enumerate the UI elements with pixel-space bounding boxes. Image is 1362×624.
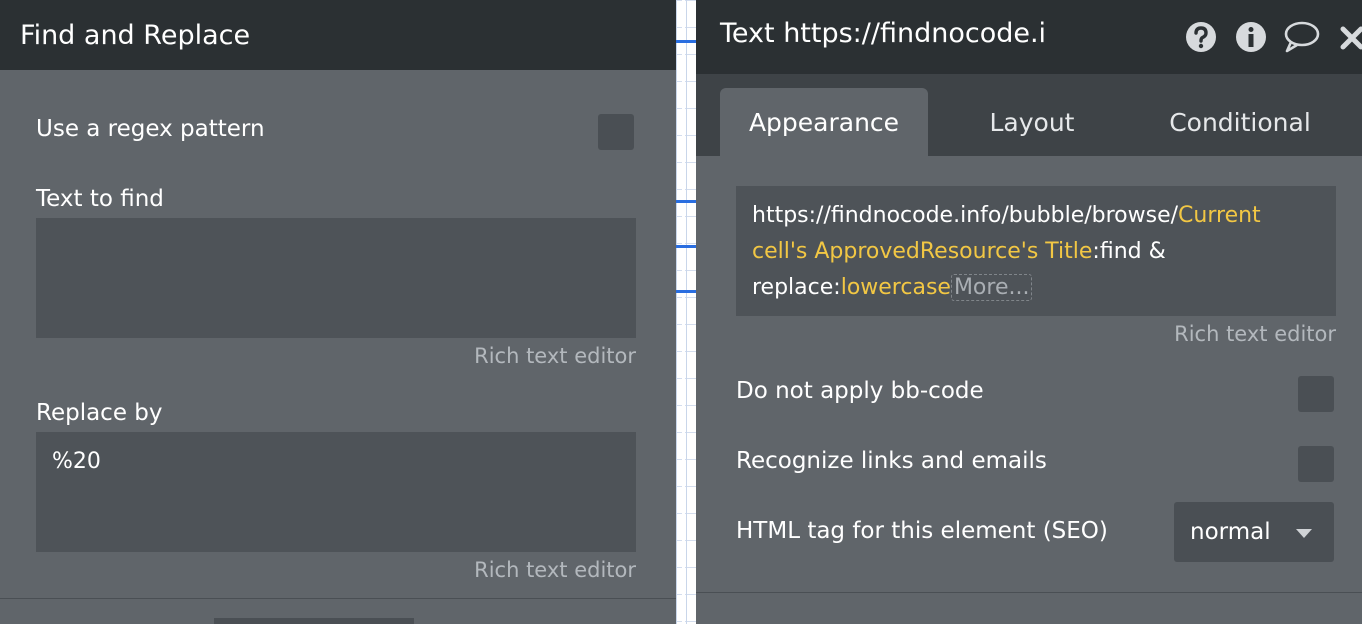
tab-conditional[interactable]: Conditional xyxy=(1136,88,1344,156)
comment-icon[interactable] xyxy=(1282,20,1320,54)
replace-by-input[interactable]: %20 xyxy=(36,432,636,552)
use-regex-label: Use a regex pattern xyxy=(36,116,265,142)
tab-appearance[interactable]: Appearance xyxy=(720,88,928,156)
question-icon[interactable] xyxy=(1184,20,1218,54)
replace-by-label: Replace by xyxy=(36,400,163,426)
section-divider xyxy=(0,598,676,599)
chevron-down-icon xyxy=(1296,529,1312,538)
editor-tabs: Appearance Layout Conditional xyxy=(696,74,1362,156)
recognize-links-checkbox[interactable] xyxy=(1298,446,1334,482)
no-bbcode-label: Do not apply bb-code xyxy=(736,378,984,404)
expression-dynamic-value[interactable]: lowercase xyxy=(841,275,951,300)
find-replace-header[interactable]: Find and Replace xyxy=(0,0,676,70)
info-icon[interactable] xyxy=(1234,20,1268,54)
close-icon[interactable] xyxy=(1336,20,1362,54)
canvas-guide-line xyxy=(676,40,696,43)
text-to-find-input[interactable] xyxy=(36,218,636,338)
rich-text-editor-link[interactable]: Rich text editor xyxy=(1174,322,1336,346)
canvas-divider xyxy=(682,0,685,624)
html-tag-select[interactable]: normal xyxy=(1174,502,1334,562)
find-replace-title: Find and Replace xyxy=(20,19,251,51)
find-replace-panel: Find and Replace Use a regex pattern Tex… xyxy=(0,0,676,624)
canvas-guide-line xyxy=(676,290,696,293)
element-title: Text https://findnocode.i xyxy=(720,18,1047,49)
element-editor-panel: Text https://findnocode.i Appearance Lay… xyxy=(696,0,1362,624)
canvas-strip xyxy=(676,0,696,624)
text-to-find-label: Text to find xyxy=(36,186,164,212)
more-button[interactable]: More... xyxy=(950,274,1033,301)
element-editor-header[interactable]: Text https://findnocode.i xyxy=(696,0,1362,74)
rich-text-editor-link[interactable]: Rich text editor xyxy=(474,344,636,368)
next-field[interactable] xyxy=(214,618,414,624)
rich-text-editor-link[interactable]: Rich text editor xyxy=(474,558,636,582)
section-divider xyxy=(696,592,1362,593)
html-tag-label: HTML tag for this element (SEO) xyxy=(736,518,1108,544)
tab-layout[interactable]: Layout xyxy=(928,88,1136,156)
no-bbcode-checkbox[interactable] xyxy=(1298,376,1334,412)
text-expression-editor[interactable]: https://findnocode.info/bubble/browse/Cu… xyxy=(736,186,1336,316)
html-tag-value: normal xyxy=(1190,519,1271,545)
canvas-guide-line xyxy=(676,200,696,203)
recognize-links-label: Recognize links and emails xyxy=(736,448,1047,474)
expression-static-text: https://findnocode.info/bubble/browse/ xyxy=(752,203,1179,228)
use-regex-checkbox[interactable] xyxy=(598,114,634,150)
canvas-guide-line xyxy=(676,245,696,248)
